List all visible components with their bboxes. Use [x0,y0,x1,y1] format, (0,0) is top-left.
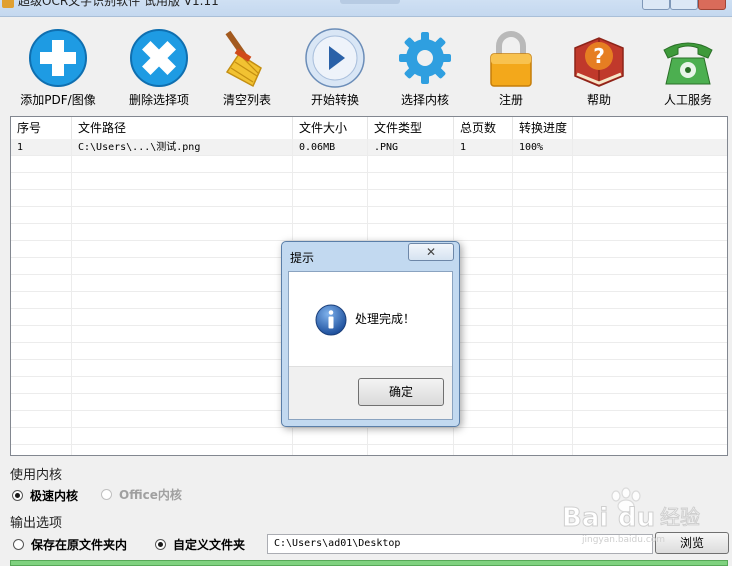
fast-engine-radio[interactable]: 极速内核 [12,487,78,504]
dialog-close-button[interactable]: ✕ [408,243,454,261]
app-icon [2,0,14,8]
toolbar: 添加PDF/图像 删除选择项 清空列表 开始转换 选择内核 注册 ? 帮助 人工… [0,18,732,112]
custom-folder-radio[interactable]: 自定义文件夹 [155,536,245,553]
empty-row [11,173,727,190]
cell-path: C:\Users\...\测试.png [72,139,293,156]
minimize-button[interactable] [642,0,670,10]
fast-engine-label: 极速内核 [30,489,79,503]
cell-progress: 100% [513,139,573,156]
ok-button[interactable]: 确定 [358,378,444,406]
lock-icon [490,31,532,87]
output-section-title: 输出选项 [10,516,63,531]
clear-list-label: 清空列表 [222,93,271,107]
broom-icon [225,30,262,88]
gear-icon [399,32,451,84]
cell-size: 0.06MB [293,139,368,156]
table-row[interactable]: 1 C:\Users\...\测试.png 0.06MB .PNG 1 100% [11,139,727,156]
output-path-field[interactable]: C:\Users\ad01\Desktop [267,534,653,554]
save-original-folder-label: 保存在原文件夹内 [31,538,128,552]
radio-indicator-selected [12,490,23,501]
select-engine-label: 选择内核 [400,93,449,107]
manual-service-label: 人工服务 [663,93,712,107]
start-convert-label: 开始转换 [310,93,359,107]
dialog-body: 处理完成！ 确定 [288,271,453,420]
cell-index: 1 [11,139,72,156]
empty-row [11,190,727,207]
svg-text:Bai: Bai [562,503,608,533]
browse-button[interactable]: 浏览 [655,532,729,554]
delete-icon [130,29,188,87]
office-engine-radio[interactable]: Office内核 [101,486,182,503]
window-title-bar: 超级OCR文字识别软件 试用版 V1.11 [0,0,732,17]
empty-row [11,224,727,241]
engine-section-title: 使用内核 [10,468,63,483]
add-icon [29,29,87,87]
phone-icon [663,42,713,85]
save-original-folder-radio[interactable]: 保存在原文件夹内 [13,536,127,553]
column-header-type[interactable]: 文件类型 [368,117,454,139]
empty-row [11,428,727,445]
info-icon [315,304,347,336]
office-engine-label: Office内核 [119,488,182,502]
column-header-progress[interactable]: 转换进度 [513,117,573,139]
svg-text:?: ? [593,44,605,68]
message-dialog: 提示 ✕ 处理完成！ 确定 [281,241,460,427]
window-title: 超级OCR文字识别软件 试用版 V1.11 [18,0,219,8]
column-header-path[interactable]: 文件路径 [72,117,293,139]
cell-type: .PNG [368,139,454,156]
progress-bar [10,560,728,566]
column-header-pages[interactable]: 总页数 [454,117,513,139]
play-icon [305,28,365,88]
help-book-icon: ? [574,37,624,87]
column-header-index[interactable]: 序号 [11,117,72,139]
radio-indicator [101,489,112,500]
empty-row [11,156,727,173]
close-window-button[interactable] [698,0,726,10]
svg-text:经验: 经验 [660,505,700,529]
column-header-size[interactable]: 文件大小 [293,117,368,139]
svg-text:du: du [618,503,655,533]
cell-pages: 1 [454,139,513,156]
add-pdf-image-label: 添加PDF/图像 [20,93,96,107]
custom-folder-label: 自定义文件夹 [173,538,246,552]
dialog-title: 提示 [290,251,315,265]
radio-indicator-selected [155,539,166,550]
title-bar-decoration [340,0,400,4]
register-label: 注册 [498,93,523,107]
maximize-button[interactable] [670,0,698,10]
radio-indicator [13,539,24,550]
empty-row [11,207,727,224]
dialog-message: 处理完成！ [355,312,416,326]
help-label: 帮助 [586,93,611,107]
delete-selected-label: 删除选择项 [128,93,189,107]
table-header: 序号 文件路径 文件大小 文件类型 总页数 转换进度 [11,117,727,140]
